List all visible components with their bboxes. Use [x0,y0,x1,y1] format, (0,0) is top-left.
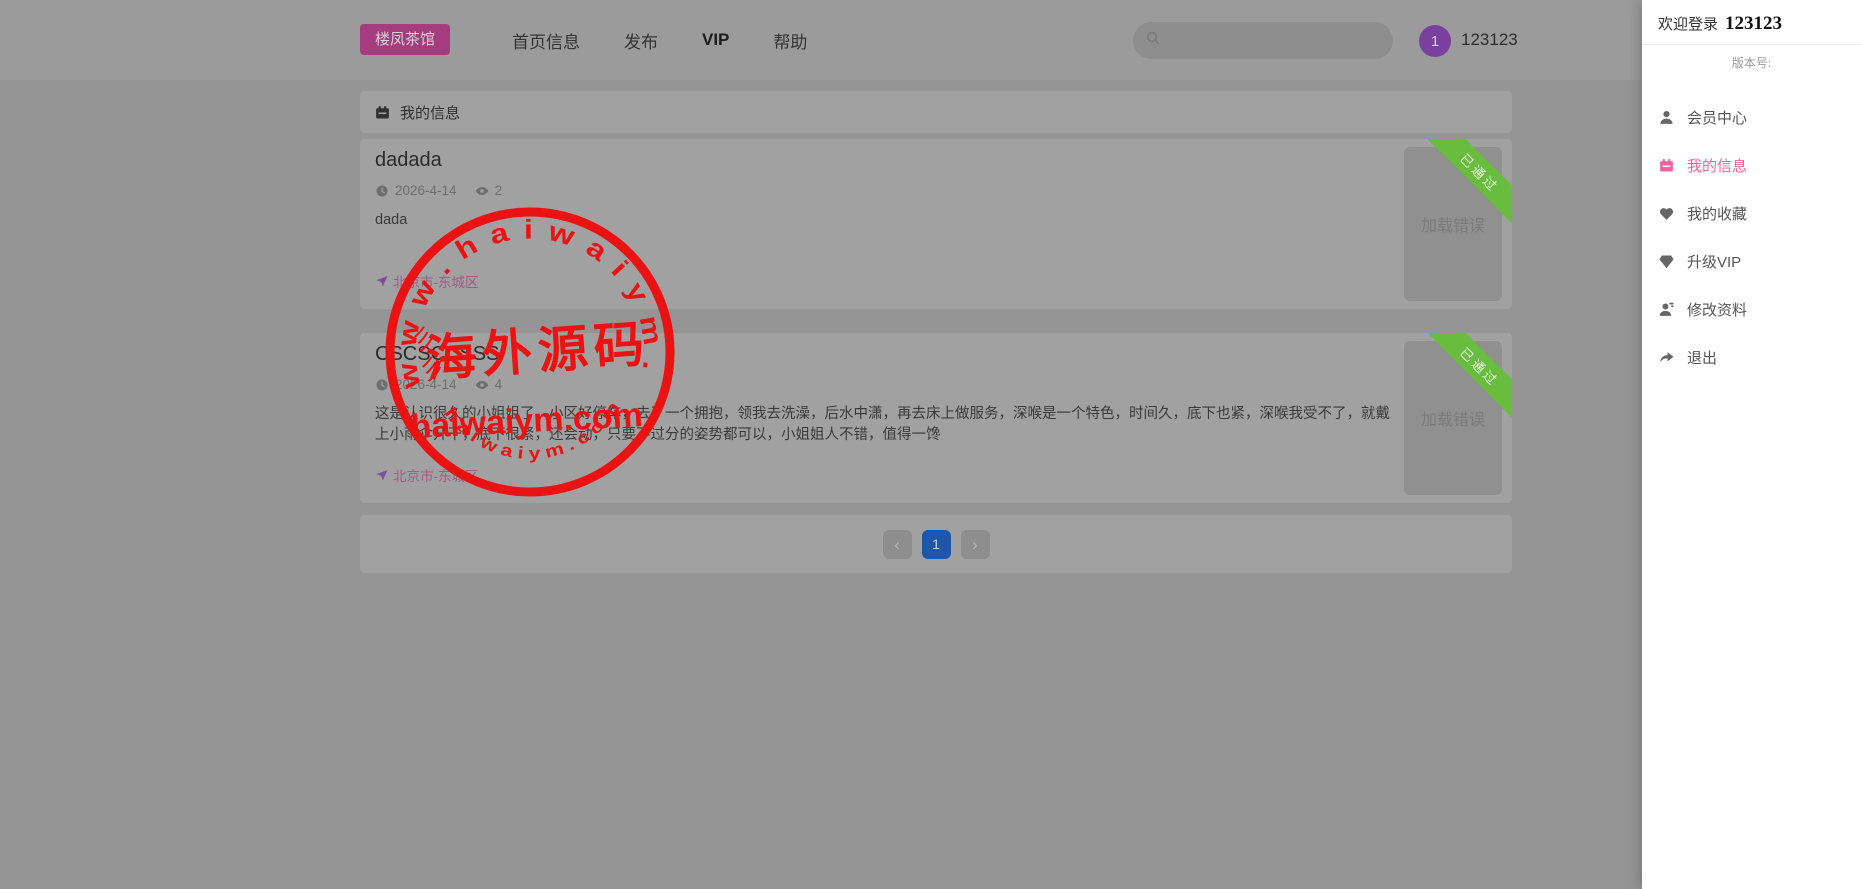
site-logo[interactable]: 楼凤茶馆 [360,24,450,55]
post-image-placeholder: 加载错误 [1404,147,1502,301]
eye-icon [475,184,489,198]
clock-icon [375,378,389,392]
post-views: 2 [495,183,503,198]
post-title: dadada [375,149,442,172]
image-error-text: 加载错误 [1421,212,1485,236]
nav-links: 首页信息 发布 VIP 帮助 [512,0,807,80]
nav-link-publish[interactable]: 发布 [624,28,658,53]
post-card[interactable]: CSCSCCSSS 2026-4-14 4 这是认识很久的小姐姐了，小区好停车，… [360,333,1512,503]
sidebar-item-label: 我的收藏 [1687,203,1747,224]
pagination-next-button[interactable]: › [961,530,990,559]
navbar-username[interactable]: 123123 [1461,0,1518,80]
version-label: 版本号: [1642,44,1861,81]
pagination-prev-button[interactable]: ‹ [883,530,912,559]
post-views: 4 [495,377,503,392]
post-body: 这是认识很久的小姐姐了，小区好停车，去了一个拥抱，领我去洗澡，后水中潇，再去床上… [375,404,1390,446]
sidebar-item-edit-profile[interactable]: 修改资料 [1642,285,1861,333]
member-drawer: 欢迎登录 123123 版本号: 会员中心 我的信息 我的收藏 升级VIP [1642,0,1861,889]
my-info-icon [1658,157,1675,174]
welcome-username: 123123 [1725,13,1782,34]
panel-title: 我的信息 [400,102,460,123]
post-date: 2026-4-14 [395,183,457,198]
member-icon [1658,109,1675,126]
post-location-text: 北京市-东城区 [393,465,479,485]
post-meta: 2026-4-14 2 [375,183,502,198]
pagination-panel: ‹ 1 › [360,515,1512,573]
welcome-prefix: 欢迎登录 [1658,16,1718,33]
post-image-placeholder: 加载错误 [1404,341,1502,495]
sidebar-item-label: 我的信息 [1687,155,1747,176]
sidebar-item-label: 修改资料 [1687,299,1747,320]
sidebar-item-label: 升级VIP [1687,251,1741,272]
nav-link-help[interactable]: 帮助 [773,28,807,53]
post-title: CSCSCCSSS [375,343,499,366]
my-info-icon [374,104,391,121]
edit-profile-icon [1658,301,1675,318]
page: 楼凤茶馆 首页信息 发布 VIP 帮助 1 123123 我的信息 [0,0,1861,889]
navigation-icon [375,468,389,482]
vip-upgrade-icon [1658,253,1675,270]
nav-link-vip[interactable]: VIP [702,30,729,50]
drawer-menu: 会员中心 我的信息 我的收藏 升级VIP 修改资料 退出 [1642,81,1861,381]
list-header-panel: 我的信息 [360,91,1512,133]
sidebar-item-upgrade-vip[interactable]: 升级VIP [1642,237,1861,285]
nav-link-home[interactable]: 首页信息 [512,28,580,53]
post-location: 北京市-东城区 [375,271,479,291]
avatar[interactable]: 1 [1419,25,1451,57]
post-body: dada [375,210,1390,231]
top-navbar: 楼凤茶馆 首页信息 发布 VIP 帮助 1 123123 [0,0,1861,80]
search-input[interactable] [1169,32,1381,50]
image-error-text: 加载错误 [1421,406,1485,430]
post-location-text: 北京市-东城区 [393,271,479,291]
search-icon [1145,30,1161,51]
post-date: 2026-4-14 [395,377,457,392]
search-box [1133,22,1393,59]
sidebar-item-label: 退出 [1687,347,1717,368]
favorites-icon [1658,205,1675,222]
welcome-line: 欢迎登录 123123 [1642,0,1861,44]
sidebar-item-favorites[interactable]: 我的收藏 [1642,189,1861,237]
clock-icon [375,184,389,198]
post-meta: 2026-4-14 4 [375,377,502,392]
sidebar-item-label: 会员中心 [1687,107,1747,128]
sidebar-item-member-center[interactable]: 会员中心 [1642,93,1861,141]
post-card[interactable]: dadada 2026-4-14 2 dada 北京市-东城区 加载错误 已通过 [360,139,1512,309]
navigation-icon [375,274,389,288]
pagination-page-1[interactable]: 1 [922,530,951,559]
sidebar-item-logout[interactable]: 退出 [1642,333,1861,381]
eye-icon [475,378,489,392]
post-location: 北京市-东城区 [375,465,479,485]
logout-icon [1658,349,1675,366]
sidebar-item-my-info[interactable]: 我的信息 [1642,141,1861,189]
